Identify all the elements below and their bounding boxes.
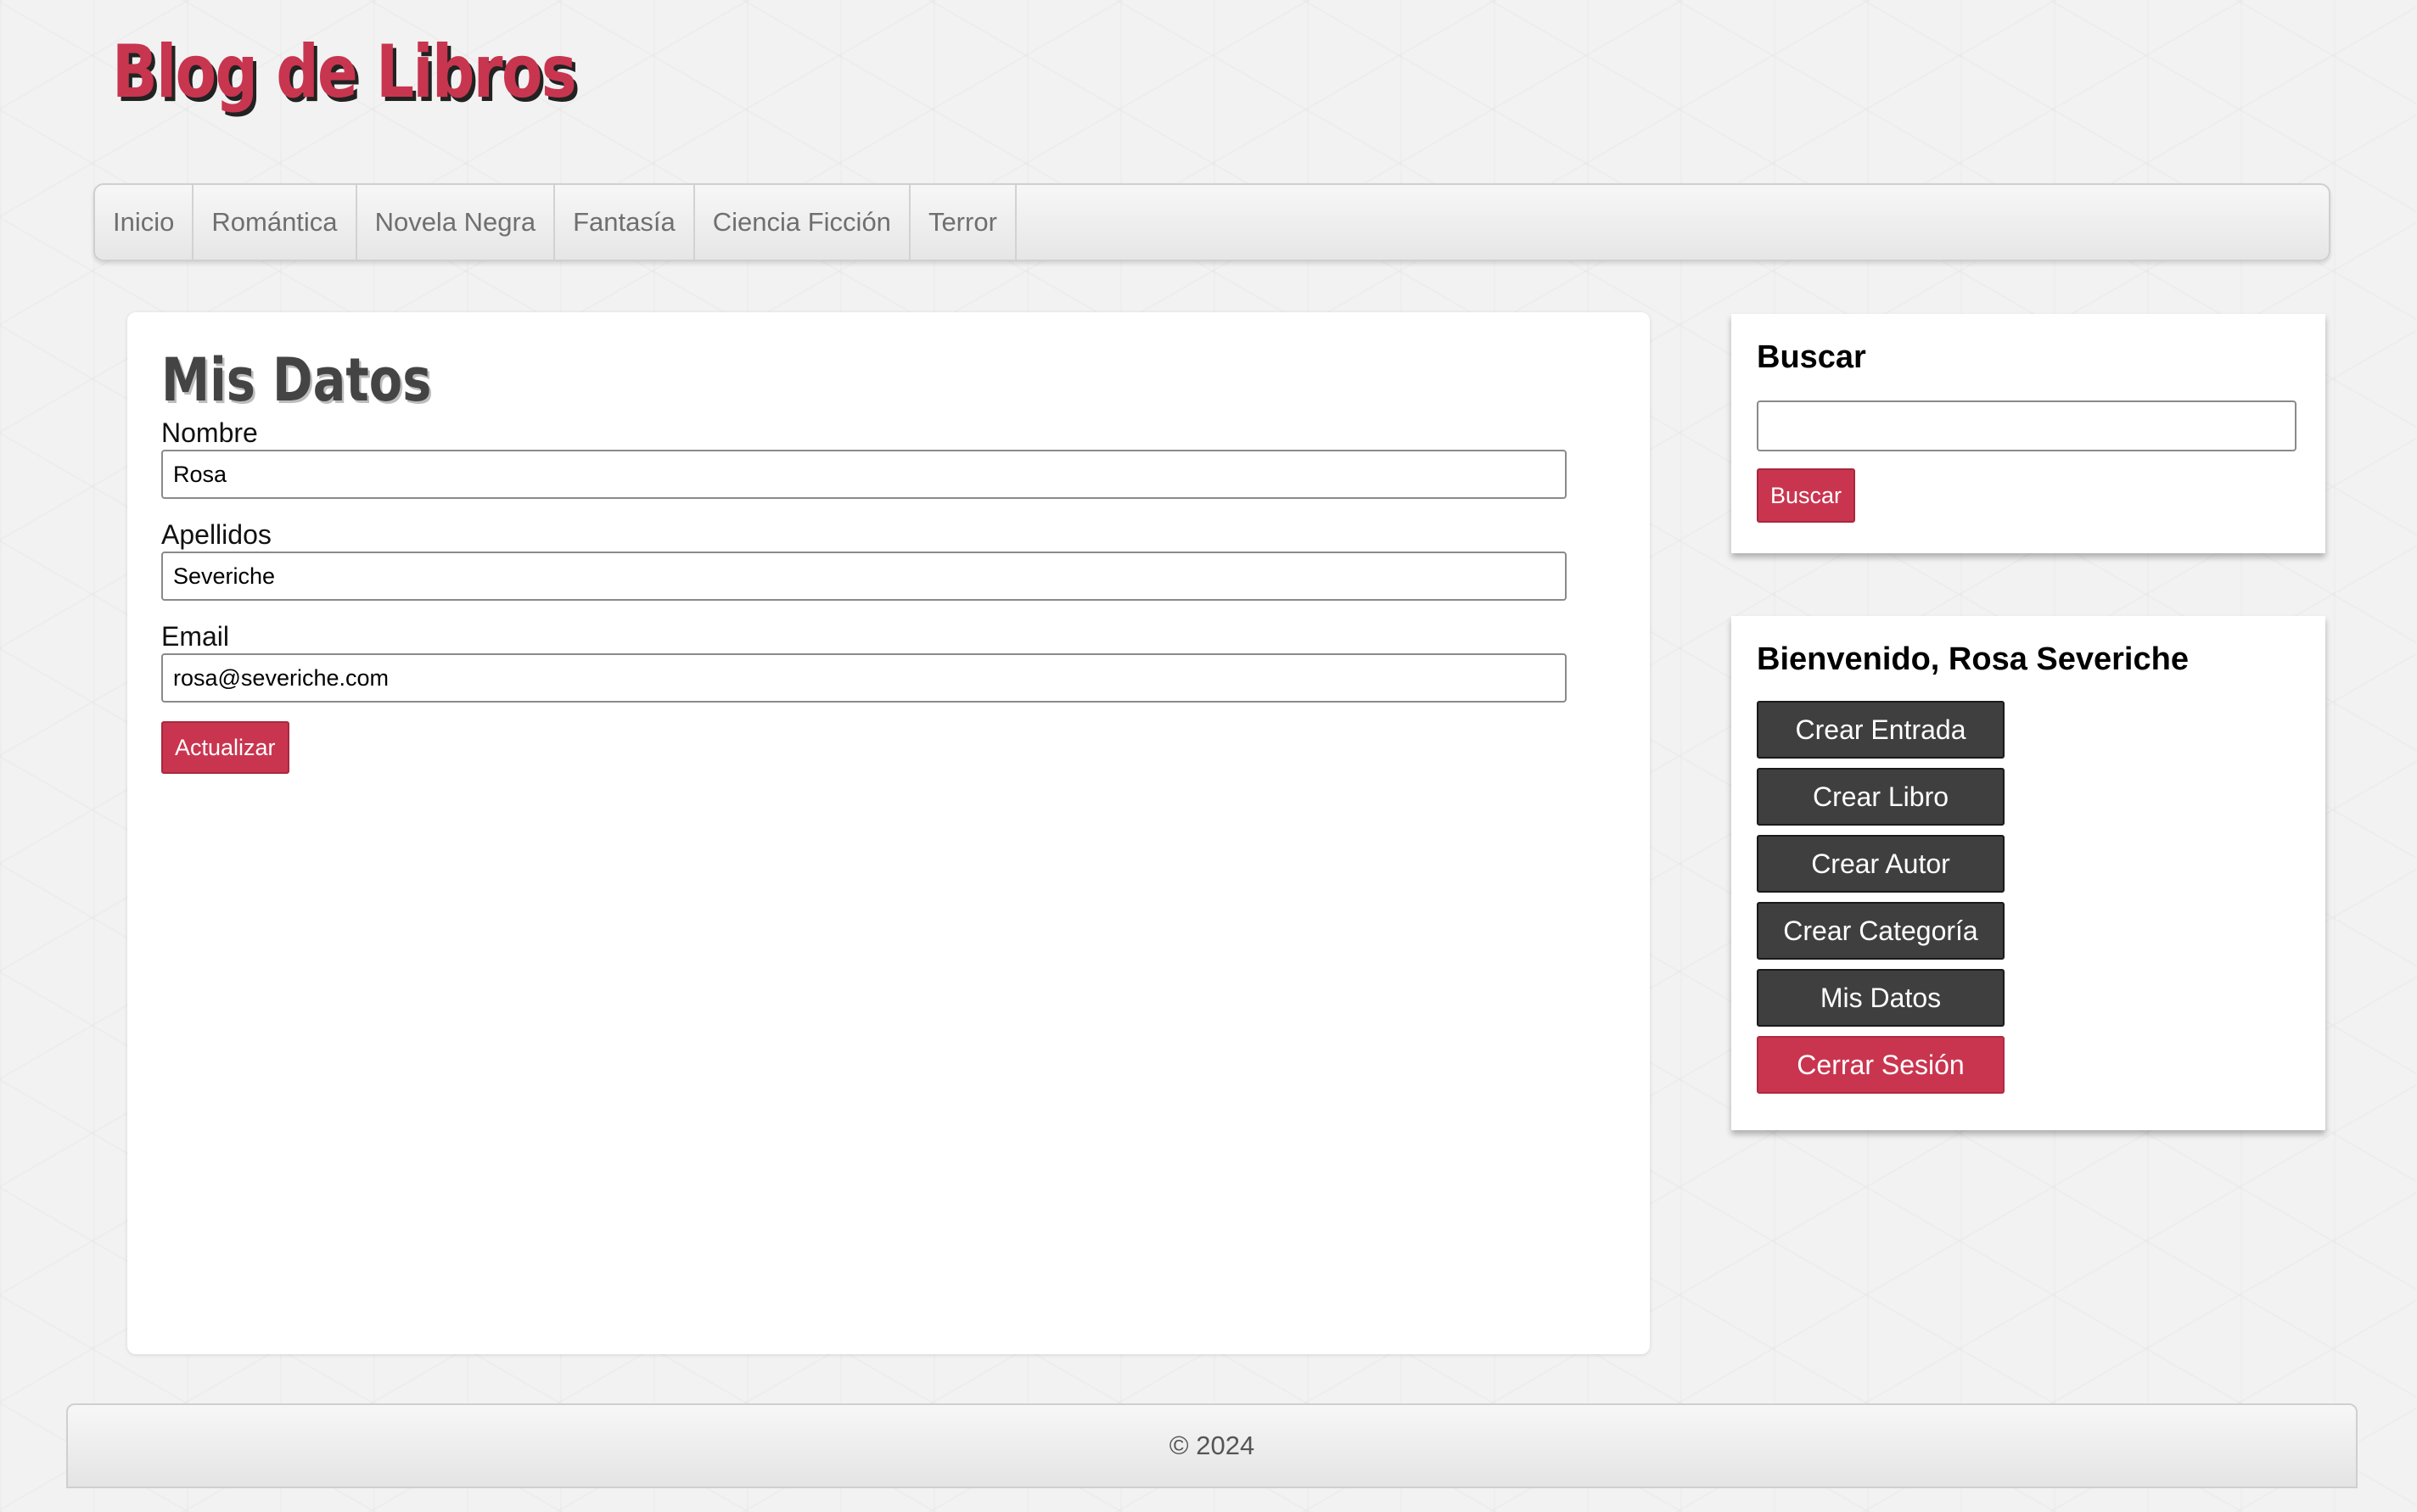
search-widget-title: Buscar	[1757, 339, 1866, 375]
footer: © 2024	[66, 1403, 2358, 1488]
search-button[interactable]: Buscar	[1757, 468, 1856, 523]
user-actions: Crear Entrada Crear Libro Crear Autor Cr…	[1757, 701, 2300, 1094]
email-label: Email	[161, 621, 230, 652]
logout-button[interactable]: Cerrar Sesión	[1757, 1036, 2005, 1094]
nombre-field[interactable]	[161, 450, 1567, 499]
create-entry-button[interactable]: Crear Entrada	[1757, 701, 2005, 759]
nav-item-novela-negra[interactable]: Novela Negra	[357, 185, 556, 260]
nombre-label: Nombre	[161, 417, 258, 448]
create-book-button[interactable]: Crear Libro	[1757, 768, 2005, 826]
welcome-title: Bienvenido, Rosa Severiche	[1757, 641, 2189, 677]
search-input[interactable]	[1757, 400, 2296, 451]
welcome-widget: Bienvenido, Rosa Severiche Crear Entrada…	[1731, 616, 2325, 1130]
create-category-button[interactable]: Crear Categoría	[1757, 902, 2005, 960]
footer-copyright: © 2024	[1169, 1431, 1255, 1460]
apellidos-field[interactable]	[161, 552, 1567, 601]
my-data-button[interactable]: Mis Datos	[1757, 969, 2005, 1027]
apellidos-label: Apellidos	[161, 519, 272, 550]
page-title: Mis Datos	[161, 345, 432, 415]
main-content-card: Mis Datos Nombre Apellidos Email Actuali…	[127, 312, 1650, 1354]
nav-item-ciencia-ficcion[interactable]: Ciencia Ficción	[695, 185, 911, 260]
nav-item-inicio[interactable]: Inicio	[95, 185, 194, 260]
profile-form: Nombre Apellidos Email Actualizar	[161, 416, 1616, 774]
site-title[interactable]: Blog de Libros	[112, 25, 577, 119]
main-navigation: Inicio Romántica Novela Negra Fantasía C…	[93, 183, 2330, 261]
nav-item-terror[interactable]: Terror	[911, 185, 1017, 260]
email-field[interactable]	[161, 653, 1567, 703]
update-button[interactable]: Actualizar	[161, 721, 289, 774]
search-widget: Buscar Buscar	[1731, 314, 2325, 553]
nav-item-fantasia[interactable]: Fantasía	[555, 185, 695, 260]
nav-item-romantica[interactable]: Romántica	[193, 185, 357, 260]
create-author-button[interactable]: Crear Autor	[1757, 835, 2005, 893]
